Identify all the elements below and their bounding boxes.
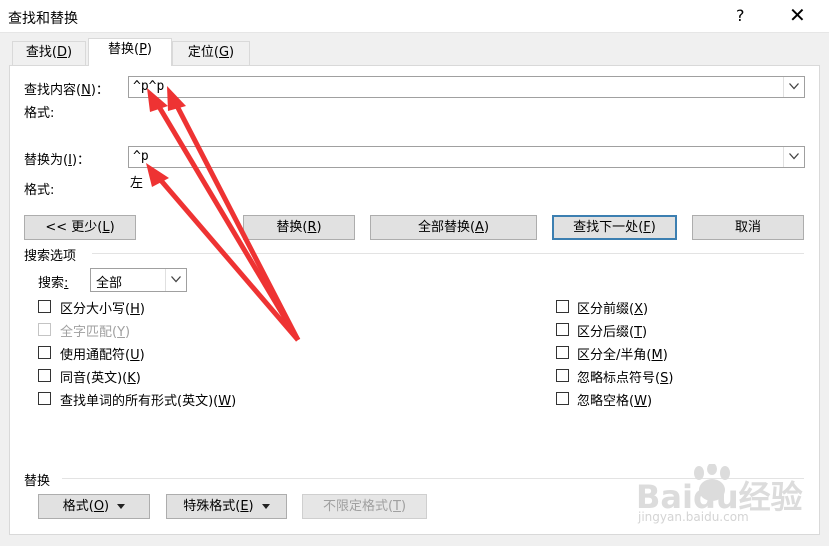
tab-replace-mnemonic: P [139,42,147,57]
annotation-arrows [146,86,301,342]
tab-replace-label: 替换 [107,42,134,57]
arrow-to-first-p [147,88,301,342]
tab-replace[interactable]: 替换(P) [88,38,172,66]
